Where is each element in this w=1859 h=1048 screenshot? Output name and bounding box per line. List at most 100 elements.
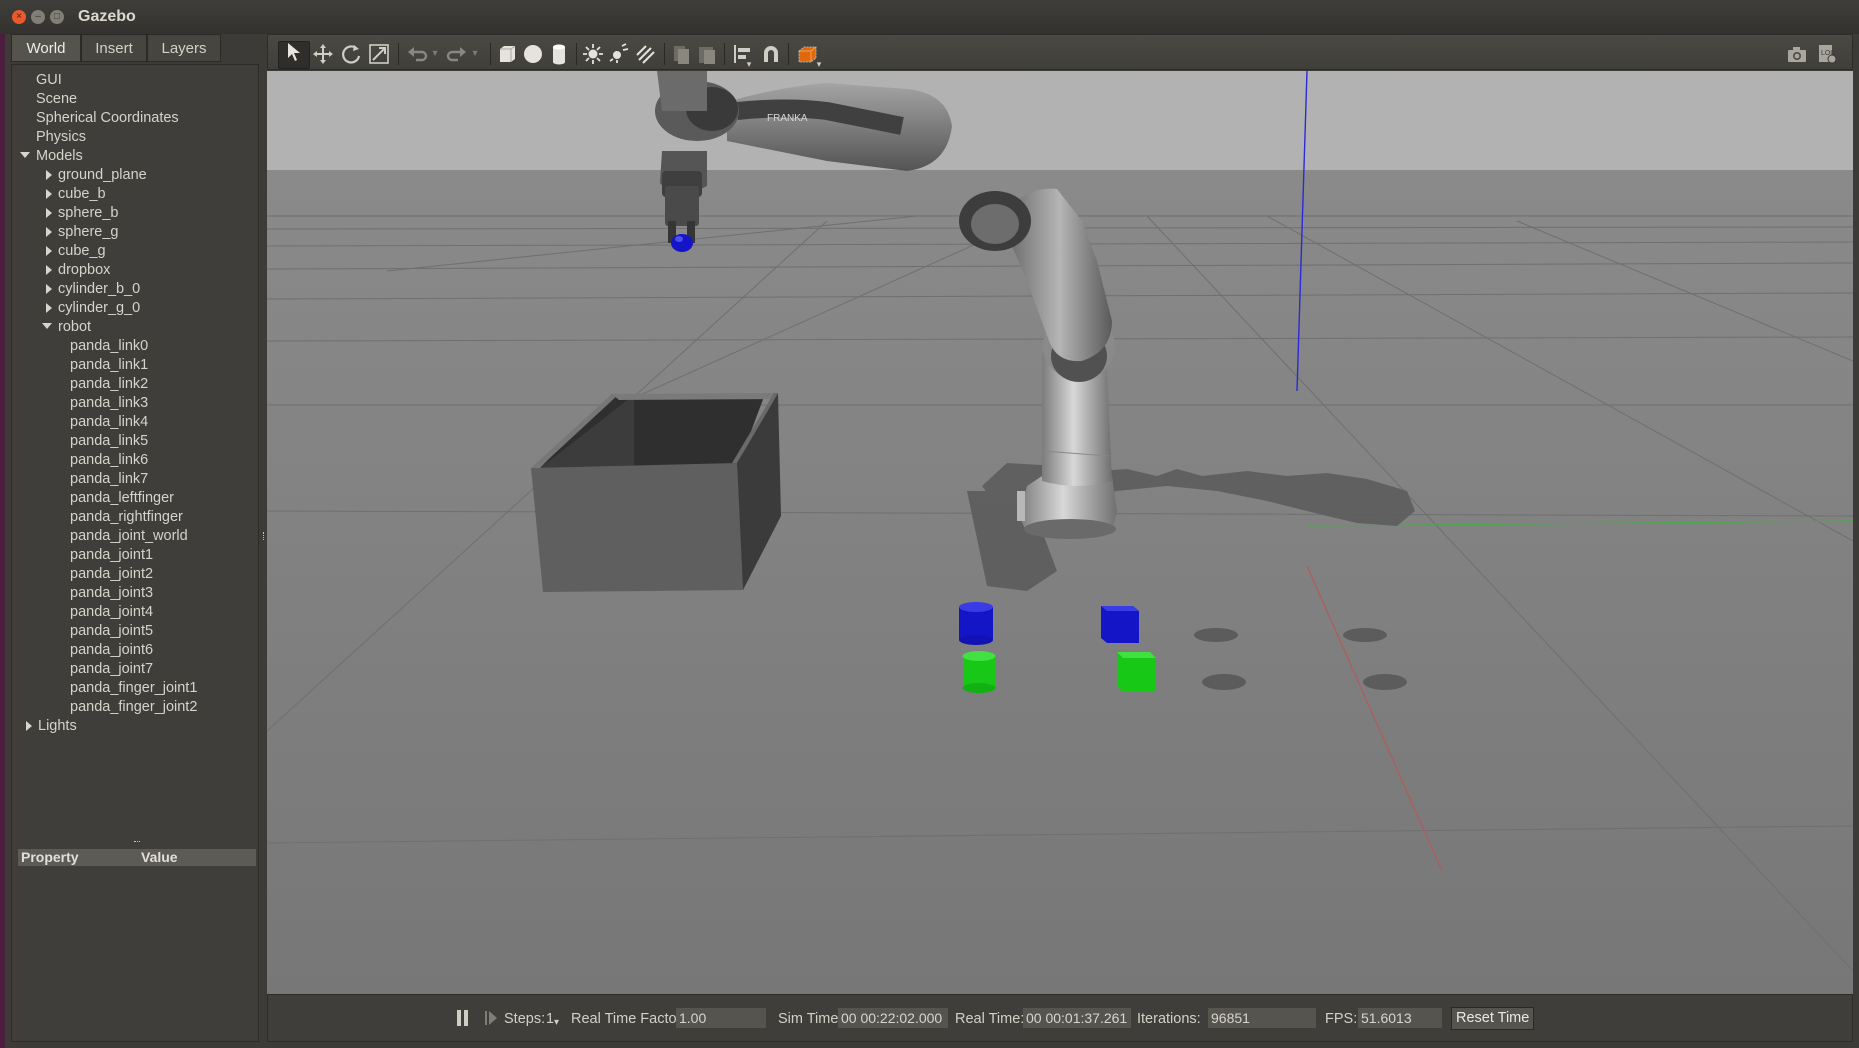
rotate-mode-button[interactable] <box>340 43 362 65</box>
tree-item-robot-link[interactable]: panda_link1 <box>70 356 148 375</box>
tree-item-robot-link[interactable]: panda_link4 <box>70 413 148 432</box>
tree-item-scene[interactable]: Scene <box>36 90 77 109</box>
tree-item-robot-joint[interactable]: panda_joint2 <box>70 565 153 584</box>
insert-box-button[interactable] <box>496 43 518 65</box>
reset-time-button[interactable]: Reset Time <box>1451 1007 1535 1030</box>
sphere-icon <box>524 45 542 63</box>
collapsed-arrow-icon[interactable] <box>46 303 52 313</box>
maximize-window-button[interactable]: □ <box>50 10 64 24</box>
tree-item-label: Lights <box>38 718 77 734</box>
translate-mode-button[interactable] <box>312 43 334 65</box>
tree-item-robot-link[interactable]: panda_leftfinger <box>70 489 174 508</box>
property-table-header: Property Value <box>18 849 256 866</box>
cylinder-icon <box>553 44 565 65</box>
tree-item-model[interactable]: cylinder_b_0 <box>46 280 140 299</box>
collapsed-arrow-icon[interactable] <box>46 265 52 275</box>
tree-item-robot-link[interactable]: panda_link5 <box>70 432 148 451</box>
tree-item-robot-joint[interactable]: panda_finger_joint2 <box>70 698 197 717</box>
tree-item-robot-joint[interactable]: panda_joint7 <box>70 660 153 679</box>
tree-item-robot-link[interactable]: panda_link6 <box>70 451 148 470</box>
tree-item-lights[interactable]: Lights <box>26 717 77 736</box>
tree-item-robot-link[interactable]: panda_link0 <box>70 337 148 356</box>
spot-light-button[interactable] <box>608 43 630 65</box>
directional-light-button[interactable] <box>634 43 656 65</box>
toolbar-separator <box>724 43 725 65</box>
copy-button[interactable] <box>670 43 692 65</box>
expanded-arrow-icon[interactable] <box>20 152 30 158</box>
tree-item-robot-joint[interactable]: panda_joint_world <box>70 527 188 546</box>
cylinder-g-model[interactable] <box>962 651 997 693</box>
tree-item-robot-joint[interactable]: panda_joint3 <box>70 584 153 603</box>
collapsed-arrow-icon[interactable] <box>26 721 32 731</box>
redo-history-dropdown[interactable]: ▾ <box>468 43 482 65</box>
tree-item-model[interactable]: cube_b <box>46 185 106 204</box>
property-column-header[interactable]: Property <box>21 849 79 866</box>
undo-history-dropdown[interactable]: ▾ <box>428 43 442 65</box>
left-panel: World Insert Layers GUI Scene Spherical … <box>7 34 259 1042</box>
cylinder-b-model[interactable] <box>959 602 993 645</box>
collapsed-arrow-icon[interactable] <box>46 227 52 237</box>
tree-item-model[interactable]: ground_plane <box>46 166 147 185</box>
collapsed-arrow-icon[interactable] <box>46 189 52 199</box>
step-button[interactable] <box>484 1009 498 1027</box>
point-light-icon <box>583 44 603 64</box>
tab-world[interactable]: World <box>11 34 81 62</box>
tree-item-gui[interactable]: GUI <box>36 71 62 90</box>
minimize-window-button[interactable]: – <box>31 10 45 24</box>
camera-icon <box>1788 47 1806 62</box>
object-shadow <box>1343 628 1387 642</box>
cube-g-model[interactable] <box>1117 652 1156 692</box>
tree-item-robot[interactable]: robot <box>42 318 91 337</box>
snap-button[interactable] <box>760 43 782 65</box>
tab-layers[interactable]: Layers <box>147 34 221 62</box>
sim-time-field: 00 00:22:02.000 <box>838 1008 948 1028</box>
tree-item-model[interactable]: dropbox <box>46 261 110 280</box>
real-time-factor-field: 1.00 <box>676 1008 766 1028</box>
tree-item-model[interactable]: sphere_b <box>46 204 118 223</box>
pause-button[interactable] <box>456 1009 470 1027</box>
tree-item-model[interactable]: cube_g <box>46 242 106 261</box>
scene-canvas[interactable]: FRANKA <box>267 71 1853 994</box>
undo-icon <box>408 47 428 62</box>
tree-item-robot-link[interactable]: panda_link2 <box>70 375 148 394</box>
scale-mode-button[interactable] <box>368 43 390 65</box>
fps-field: 51.6013 <box>1358 1008 1442 1028</box>
tree-item-model[interactable]: cylinder_g_0 <box>46 299 140 318</box>
screenshot-button[interactable] <box>1786 43 1808 65</box>
tree-item-robot-joint[interactable]: panda_joint5 <box>70 622 153 641</box>
copy-icon <box>674 46 689 64</box>
tree-item-models[interactable]: Models <box>20 147 83 166</box>
steps-value[interactable]: 1 <box>546 1010 554 1028</box>
tree-item-robot-joint[interactable]: panda_finger_joint1 <box>70 679 197 698</box>
tree-item-robot-joint[interactable]: panda_joint1 <box>70 546 153 565</box>
paste-button[interactable] <box>696 43 718 65</box>
collapsed-arrow-icon[interactable] <box>46 246 52 256</box>
tree-item-robot-link[interactable]: panda_link3 <box>70 394 148 413</box>
cube-b-model[interactable] <box>1101 606 1139 643</box>
select-mode-button[interactable] <box>278 41 310 69</box>
tree-item-robot-joint[interactable]: panda_joint4 <box>70 603 153 622</box>
steps-dropdown-icon[interactable]: ▾ <box>554 1014 559 1032</box>
insert-sphere-button[interactable] <box>522 43 544 65</box>
expanded-arrow-icon[interactable] <box>42 323 52 329</box>
close-window-button[interactable]: × <box>12 10 26 24</box>
log-data-button[interactable]: LOG <box>1816 43 1838 65</box>
insert-cylinder-button[interactable] <box>548 43 570 65</box>
scene-viewport[interactable]: FRANKA <box>267 71 1853 994</box>
tree-item-model[interactable]: sphere_g <box>46 223 118 242</box>
tree-item-robot-link[interactable]: panda_link7 <box>70 470 148 489</box>
redo-button[interactable] <box>446 43 468 65</box>
splitter-grip-icon[interactable] <box>134 841 140 845</box>
tree-item-spherical-coordinates[interactable]: Spherical Coordinates <box>36 109 179 128</box>
point-light-button[interactable] <box>582 43 604 65</box>
collapsed-arrow-icon[interactable] <box>46 284 52 294</box>
collapsed-arrow-icon[interactable] <box>46 170 52 180</box>
tree-item-physics[interactable]: Physics <box>36 128 86 147</box>
undo-button[interactable] <box>406 43 428 65</box>
tree-item-label: ground_plane <box>58 167 147 183</box>
tab-insert[interactable]: Insert <box>81 34 147 62</box>
value-column-header[interactable]: Value <box>141 849 178 866</box>
collapsed-arrow-icon[interactable] <box>46 208 52 218</box>
tree-item-robot-joint[interactable]: panda_joint6 <box>70 641 153 660</box>
tree-item-robot-link[interactable]: panda_rightfinger <box>70 508 183 527</box>
